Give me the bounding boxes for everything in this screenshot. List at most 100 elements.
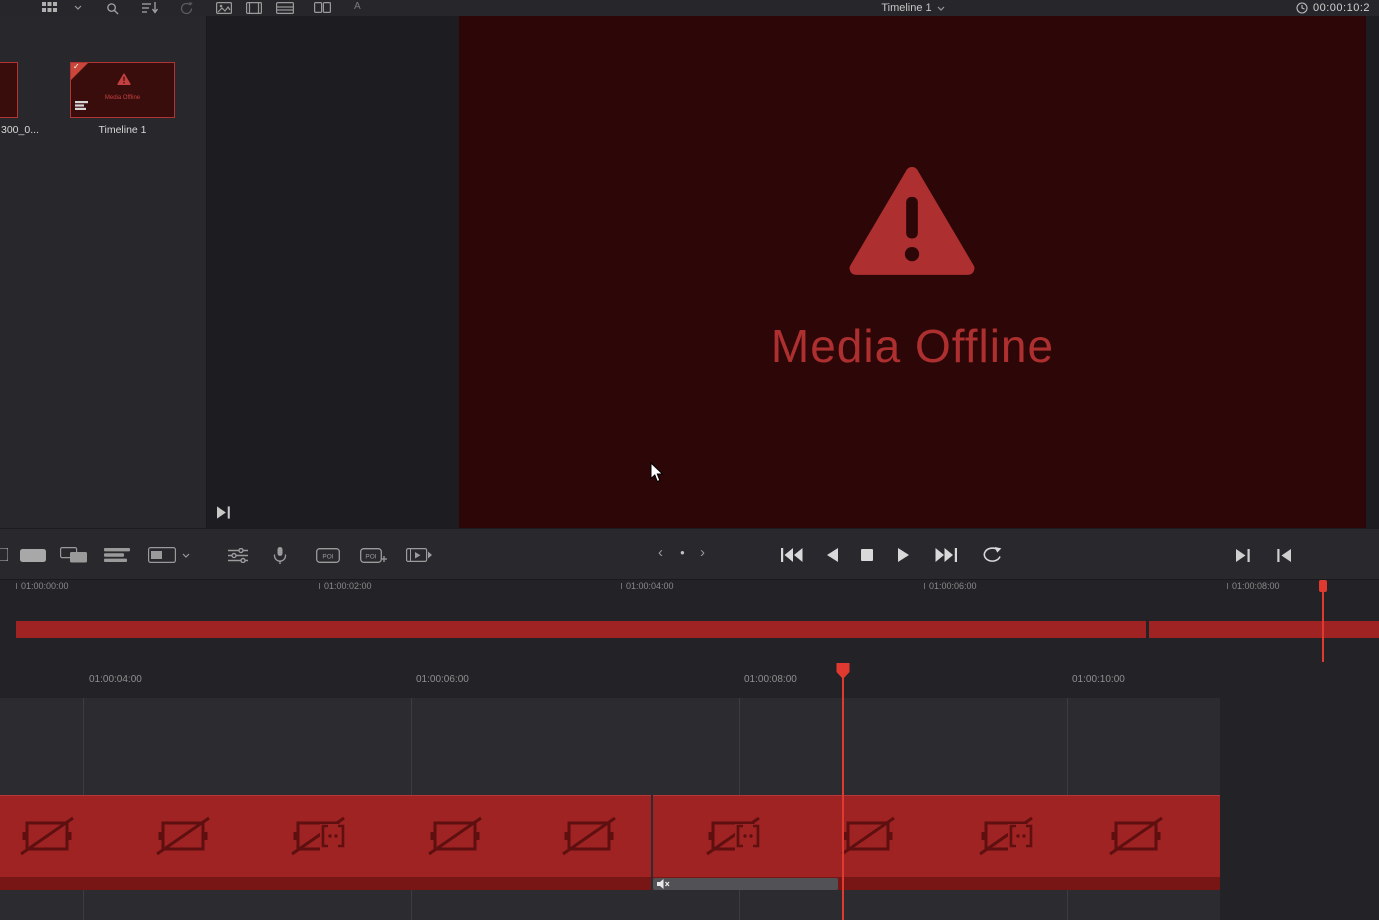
svg-text:POI: POI [322,553,333,560]
focus-region-icon [148,547,176,563]
sliders-icon [228,548,248,563]
media-offline-clip-icon [290,816,346,856]
microphone-icon [273,547,287,564]
search-button[interactable] [106,2,119,15]
stacked-clips-icon [60,547,88,563]
timeline-playhead-line[interactable] [842,664,844,920]
ruler-tick-label: 01:00:04:00 [89,674,142,685]
poi-icon: POI [316,547,340,564]
dual-timeline-view-button[interactable] [60,547,88,563]
check-icon: ✓ [73,62,80,71]
jump-to-previous-edit-button[interactable] [1276,549,1291,562]
play-reverse-button[interactable] [827,548,838,562]
current-frame-button[interactable]: ● [680,548,685,557]
timecode-display: 00:00:10:2 [1313,2,1370,14]
go-to-start-button[interactable] [781,548,803,562]
smart-insert-button[interactable] [406,547,432,563]
refresh-icon [180,2,193,15]
audio-clip-1[interactable] [0,877,651,890]
film-strip-icon [246,2,262,14]
audio-sync-badge-icon [735,824,761,853]
media-offline-message: Media Offline [459,319,1366,373]
cutoff-tool-button[interactable] [0,548,8,561]
timeline-thumbnail[interactable]: Media Offline ✓ [70,62,175,118]
overview-playhead-line[interactable] [1322,580,1324,662]
ruler-tick-mark [319,583,320,589]
sort-button[interactable] [142,2,158,14]
chevron-right-icon: › [700,544,705,561]
dual-monitors-icon [314,2,331,13]
cursor-arrow-icon [650,462,664,483]
grid-view-icon [42,2,57,13]
tools-button[interactable] [228,548,248,563]
media-offline-clip-icon [427,816,483,856]
full-extent-zoom-button[interactable] [20,549,46,562]
resolve-cut-page: A Timeline 1 00:00:10:2 300_0... Media O… [0,0,1379,920]
audio-mute-bar[interactable] [653,878,838,890]
timeline-icon [276,2,294,14]
upper-timeline-overview[interactable]: 01:00:00:00 01:00:02:00 01:00:04:00 01:0… [0,580,1379,662]
clip-view-button[interactable] [42,2,57,13]
source-clip-view-button[interactable] [216,2,232,14]
chevron-down-icon [74,5,82,10]
view-mode-caret[interactable] [182,553,190,558]
clock-icon [1296,2,1308,14]
media-offline-clip-icon [705,816,761,856]
ruler-tick-label: 01:00:04:00 [626,581,674,591]
viewer-timeline-selector[interactable]: Timeline 1 [813,2,1013,14]
jump-to-last-edit-button[interactable] [217,506,231,519]
letter-a-icon: A [354,1,361,12]
main-timeline[interactable]: 01:00:04:00 01:00:06:00 01:00:08:00 01:0… [0,662,1379,920]
viewer-video-area: Media Offline [459,16,1366,528]
media-offline-clip-icon [1108,816,1164,856]
overview-clip-2[interactable] [1149,621,1379,638]
skip-to-start-icon [1276,549,1291,562]
jump-to-next-edit-button[interactable] [1236,549,1251,562]
timeline-type-icon [75,101,88,110]
media-clip-label: 300_0... [0,124,44,136]
dual-screen-button[interactable] [314,2,331,13]
image-view-icon [216,2,232,14]
sort-icon [142,2,158,14]
skip-forward-icon [935,548,957,562]
top-toolbar: A Timeline 1 00:00:10:2 [0,0,1379,16]
ruler-tick-label: 01:00:02:00 [324,581,372,591]
overview-clip-1[interactable] [16,621,1146,638]
step-back-button[interactable]: ‹ [658,544,663,561]
refresh-button[interactable] [180,2,193,15]
ruler-tick-label: 01:00:10:00 [1072,674,1125,685]
ruler-tick-mark [16,583,17,589]
view-options-caret[interactable] [74,5,82,10]
audio-sync-badge-icon [320,824,346,853]
ruler-tick-label: 01:00:08:00 [744,674,797,685]
poi-add-button[interactable]: POI [360,547,387,564]
loop-icon [981,547,1003,563]
clip-play-icon [406,547,432,563]
ruler-tick-label: 01:00:00:00 [21,581,69,591]
mouse-cursor [650,462,664,483]
stop-icon [861,549,873,561]
go-to-end-button[interactable] [935,548,957,562]
audio-trim-button[interactable]: A [354,1,361,12]
media-offline-clip-icon [840,816,896,856]
dot-icon: ● [680,548,685,557]
viewer-title: Timeline 1 [881,2,931,14]
svg-text:POI: POI [365,553,376,560]
step-forward-button[interactable]: › [700,544,705,561]
media-offline-warning-icon [847,163,977,275]
zoom-window-view-button[interactable] [148,547,176,563]
poi-marker-button[interactable]: POI [316,547,340,564]
chevron-down-icon [182,553,190,558]
ruler-tick-mark [924,583,925,589]
loop-button[interactable] [981,547,1003,563]
track-rows-icon [104,548,130,562]
timeline-view-button[interactable] [276,2,294,14]
track-rows-view-button[interactable] [104,548,130,562]
chevron-left-icon: ‹ [658,544,663,561]
voiceover-button[interactable] [273,547,287,564]
source-tape-view-button[interactable] [246,2,262,14]
play-icon [898,548,909,562]
play-button[interactable] [898,548,909,562]
media-clip-thumbnail-partial[interactable] [0,62,18,118]
stop-button[interactable] [861,549,873,561]
